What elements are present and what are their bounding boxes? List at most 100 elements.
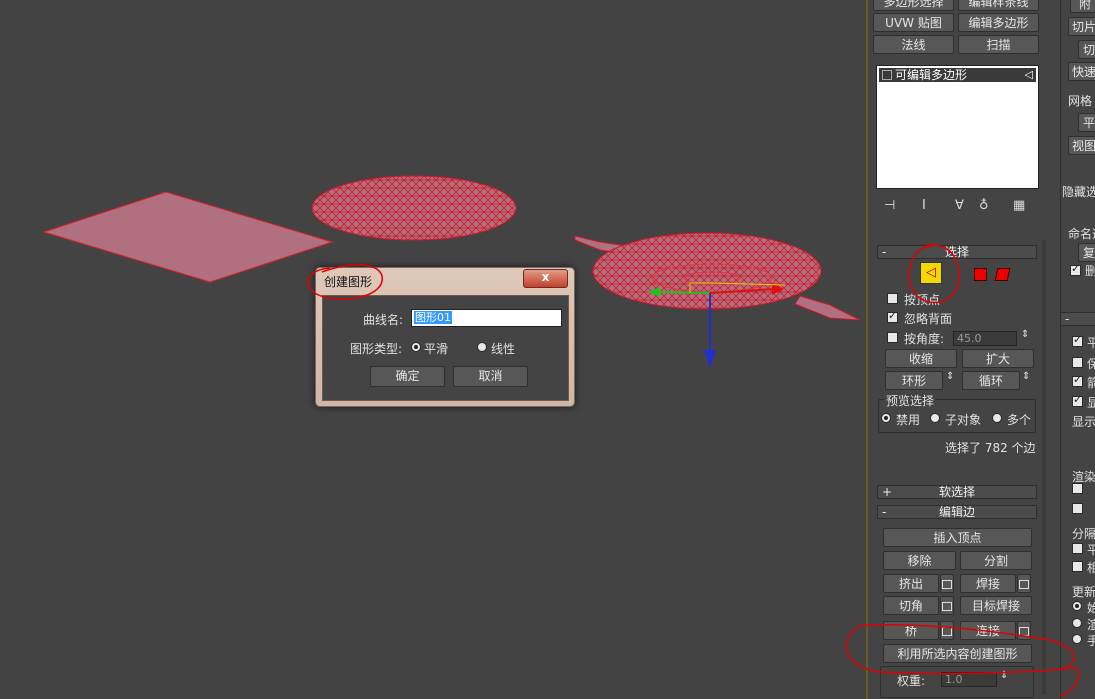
remove-modifier-icon[interactable]: ♁ <box>979 198 989 213</box>
right-btn-1[interactable]: 切片 <box>1068 17 1095 36</box>
angle-spinner[interactable]: 45.0 <box>953 331 1017 346</box>
right-checkbox-18[interactable] <box>1072 503 1083 514</box>
connect-button[interactable]: 连接 <box>960 621 1016 640</box>
weld-settings-button[interactable] <box>1017 574 1031 593</box>
settings-box-icon <box>1019 580 1029 589</box>
connect-settings-button[interactable] <box>1017 621 1031 640</box>
bridge-button[interactable]: 桥 <box>883 621 939 640</box>
edit-poly-button[interactable]: 编辑多边形 <box>958 13 1039 32</box>
chamfer-button[interactable]: 切角 <box>883 596 939 615</box>
right-checkbox-10[interactable] <box>1070 262 1081 276</box>
shrink-button[interactable]: 收缩 <box>885 349 957 368</box>
curve-name-label: 曲线名: <box>363 313 404 327</box>
viewport[interactable]: 创建图形 x 曲线名: 图形01 图形类型: 平滑 线性 确定 取消 <box>0 0 866 699</box>
settings-box-icon <box>942 602 952 611</box>
right-label-10: 删 <box>1085 264 1095 278</box>
right-radio-23[interactable] <box>1072 634 1082 644</box>
settings-box-icon <box>942 627 952 636</box>
angle-spinner-arrows-icon[interactable]: ⇕ <box>1021 329 1029 340</box>
right-btn-2[interactable]: 切 <box>1078 40 1095 59</box>
preview-selection-label: 预览选择 <box>885 392 936 409</box>
right-label-8: 命名选 <box>1068 227 1095 241</box>
normal-button[interactable]: 法线 <box>873 35 954 54</box>
weight-spinner-arrows-icon[interactable]: ⇕ <box>1000 670 1008 681</box>
right-label-21: 始 <box>1087 601 1095 615</box>
right-checkbox-19[interactable] <box>1072 543 1083 554</box>
create-shape-from-selection-button[interactable]: 利用所选内容创建图形 <box>883 644 1032 663</box>
pin-stack-icon[interactable]: ⊣ <box>884 198 895 213</box>
dialog-body: 曲线名: 图形01 图形类型: 平滑 线性 确定 取消 <box>322 295 569 401</box>
ring-spinner-icon[interactable]: ⇕ <box>946 371 954 382</box>
right-checkbox-14[interactable] <box>1072 393 1083 407</box>
by-vertex-label: 按顶点 <box>904 293 941 307</box>
ok-button[interactable]: 确定 <box>370 366 445 387</box>
polygon-mode-icon[interactable] <box>974 268 987 281</box>
create-shape-dialog: 创建图形 x 曲线名: 图形01 图形类型: 平滑 线性 确定 取消 <box>315 267 575 407</box>
preview-multi-radio[interactable] <box>992 413 1002 423</box>
bridge-settings-button[interactable] <box>940 621 954 640</box>
settings-box-icon <box>1019 627 1029 636</box>
ignore-backface-label: 忽略背面 <box>904 312 953 326</box>
right-label-11: 平 <box>1087 336 1095 350</box>
right-checkbox-13[interactable] <box>1072 373 1083 387</box>
loop-button[interactable]: 循环 <box>962 371 1020 390</box>
soft-selection-rollout-header[interactable]: + 软选择 <box>877 485 1037 499</box>
edit-spline-button[interactable]: 编辑样条线 <box>958 0 1039 11</box>
remove-button[interactable]: 移除 <box>883 551 956 570</box>
element-mode-icon[interactable] <box>994 268 1011 281</box>
modifier-stack-list[interactable]: 可编辑多边形 ◁ <box>876 65 1039 189</box>
loop-spinner-icon[interactable]: ⇕ <box>1022 371 1030 382</box>
panel-scrollbar[interactable] <box>1042 240 1046 695</box>
modifier-stack-item[interactable]: 可编辑多边形 ◁ <box>879 68 1036 82</box>
right-checkbox-11[interactable] <box>1072 333 1083 347</box>
plane-object <box>42 191 334 283</box>
preview-subobject-radio[interactable] <box>930 413 940 423</box>
by-vertex-checkbox[interactable] <box>887 293 898 304</box>
cancel-button[interactable]: 取消 <box>453 366 528 387</box>
selection-rollout-header[interactable]: - 选择 <box>877 245 1037 259</box>
expand-icon[interactable] <box>882 70 892 80</box>
right-btn-0[interactable]: 附 <box>1070 0 1095 13</box>
right-rollout-header[interactable]: - <box>1060 312 1095 326</box>
right-btn-5[interactable]: 平 <box>1078 113 1095 132</box>
right-label-23: 手 <box>1087 634 1095 648</box>
right-btn-6[interactable]: 视图 <box>1068 136 1095 155</box>
extrude-settings-button[interactable] <box>940 574 954 593</box>
grow-button[interactable]: 扩大 <box>962 349 1034 368</box>
preview-off-radio[interactable] <box>881 413 891 423</box>
right-checkbox-17[interactable] <box>1072 483 1083 494</box>
right-btn-3[interactable]: 快速 <box>1068 62 1095 81</box>
show-end-result-icon[interactable]: Ⅰ <box>922 198 926 213</box>
shape-type-label: 图形类型: <box>350 342 403 356</box>
ring-button[interactable]: 环形 <box>885 371 943 390</box>
configure-sets-icon[interactable]: ▦ <box>1013 198 1025 213</box>
edge-mode-icon[interactable]: ◁ <box>920 262 942 284</box>
weld-button[interactable]: 焊接 <box>960 574 1016 593</box>
dialog-close-button[interactable]: x <box>523 269 568 288</box>
right-radio-21[interactable] <box>1072 601 1082 611</box>
uvw-map-button[interactable]: UVW 贴图 <box>873 13 954 32</box>
make-unique-icon[interactable]: ∀ <box>955 198 964 213</box>
right-label-17: 分隔 <box>1072 527 1095 541</box>
extrude-button[interactable]: 挤出 <box>883 574 939 593</box>
target-weld-button[interactable]: 目标焊接 <box>960 596 1032 615</box>
linear-radio[interactable] <box>477 342 487 352</box>
triangle-icon: ◁ <box>1024 68 1033 81</box>
weight-spinner[interactable]: 1.0 <box>941 672 997 687</box>
edit-edges-rollout-header[interactable]: - 编辑边 <box>877 505 1037 519</box>
right-checkbox-12[interactable] <box>1072 357 1083 368</box>
right-btn-9[interactable]: 复 <box>1078 243 1095 262</box>
curve-name-input[interactable]: 图形01 <box>411 309 562 327</box>
smooth-radio[interactable] <box>411 342 421 352</box>
chamfer-settings-button[interactable] <box>940 596 954 615</box>
sweep-button[interactable]: 扫描 <box>958 35 1039 54</box>
poly-select-button[interactable]: 多边形选择 <box>873 0 954 11</box>
split-button[interactable]: 分割 <box>960 551 1032 570</box>
ignore-backface-checkbox[interactable] <box>887 309 898 323</box>
by-angle-checkbox[interactable] <box>887 332 898 343</box>
insert-vertex-button[interactable]: 插入顶点 <box>883 528 1032 547</box>
dialog-title: 创建图形 <box>324 275 373 289</box>
right-radio-22[interactable] <box>1072 618 1082 628</box>
right-checkbox-20[interactable] <box>1072 561 1083 572</box>
curve-name-value: 图形01 <box>414 311 452 324</box>
